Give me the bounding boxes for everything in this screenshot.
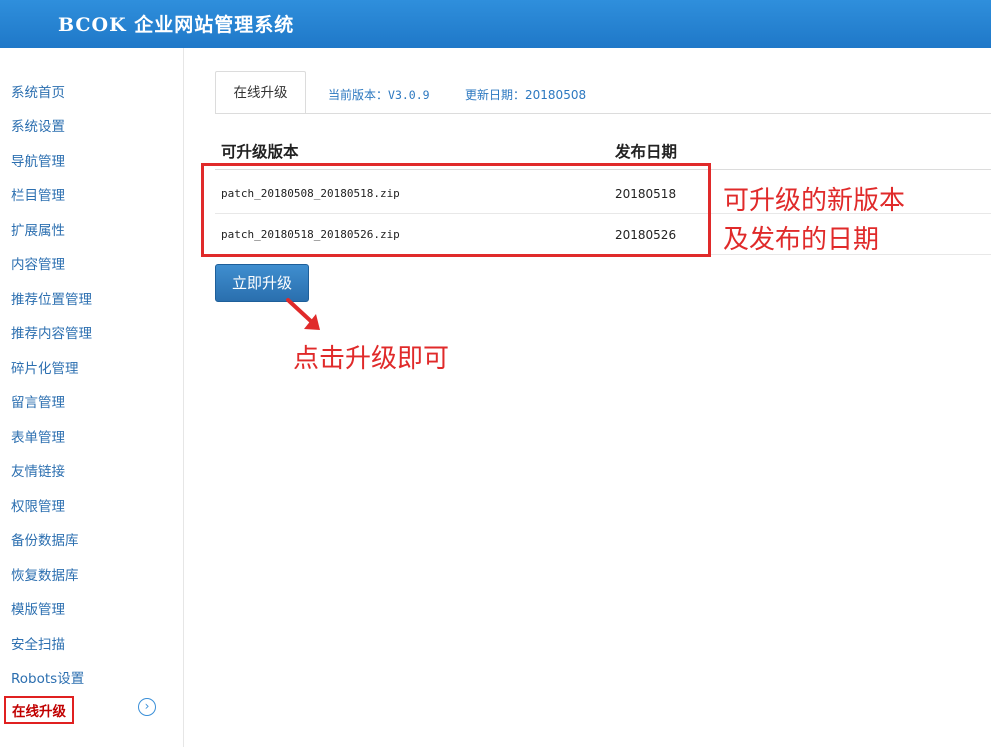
tab-bar-divider [215, 113, 991, 114]
sidebar-item-extended-attributes[interactable]: 扩展属性 [11, 219, 65, 239]
sidebar-item-backup-db[interactable]: 备份数据库 [11, 529, 79, 549]
top-header-bar: BCOK 企业网站管理系统 [0, 0, 991, 48]
update-date: 更新日期：20180508 [465, 86, 586, 103]
sidebar-item-recommend-position[interactable]: 推荐位置管理 [11, 288, 92, 308]
highlight-box [201, 163, 711, 257]
sidebar-item-friend-links[interactable]: 友情链接 [11, 460, 65, 480]
column-header-version: 可升级版本 [221, 143, 299, 161]
sidebar-item-content[interactable]: 内容管理 [11, 253, 65, 273]
sidebar-item-messages[interactable]: 留言管理 [11, 391, 65, 411]
update-date-value: 20180508 [525, 88, 587, 102]
current-version-label: 当前版本： [328, 88, 389, 102]
arrow-icon [286, 298, 320, 330]
sidebar-item-navigation[interactable]: 导航管理 [11, 150, 65, 170]
sidebar-item-columns[interactable]: 栏目管理 [11, 184, 65, 204]
sidebar-item-system-settings[interactable]: 系统设置 [11, 115, 65, 135]
update-date-label: 更新日期： [465, 88, 526, 102]
sidebar-item-permissions[interactable]: 权限管理 [11, 495, 65, 515]
sidebar: 系统首页 系统设置 导航管理 栏目管理 扩展属性 内容管理 推荐位置管理 推荐内… [0, 48, 184, 747]
sidebar-item-security-scan[interactable]: 安全扫描 [11, 633, 65, 653]
sidebar-item-home[interactable]: 系统首页 [11, 81, 65, 101]
annotation-new-version: 可升级的新版本 [723, 186, 906, 216]
column-header-release-date: 发布日期 [615, 143, 678, 161]
app-title: BCOK 企业网站管理系统 [58, 14, 295, 36]
sidebar-item-forms[interactable]: 表单管理 [11, 426, 65, 446]
annotation-release-date: 及发布的日期 [723, 225, 880, 255]
sidebar-item-recommend-content[interactable]: 推荐内容管理 [11, 322, 92, 342]
annotation-click-upgrade: 点击升级即可 [293, 344, 450, 374]
sidebar-item-online-upgrade[interactable]: 在线升级 [4, 696, 74, 724]
sidebar-item-fragments[interactable]: 碎片化管理 [11, 357, 79, 377]
current-version-value: V3.0.9 [388, 88, 430, 102]
sidebar-item-restore-db[interactable]: 恢复数据库 [11, 564, 79, 584]
chevron-right-circle-icon[interactable]: › [138, 698, 156, 716]
current-version: 当前版本：V3.0.9 [328, 86, 430, 103]
sidebar-item-templates[interactable]: 模版管理 [11, 598, 65, 618]
sidebar-item-robots[interactable]: Robots设置 [11, 667, 84, 687]
tab-online-upgrade[interactable]: 在线升级 [215, 71, 306, 114]
